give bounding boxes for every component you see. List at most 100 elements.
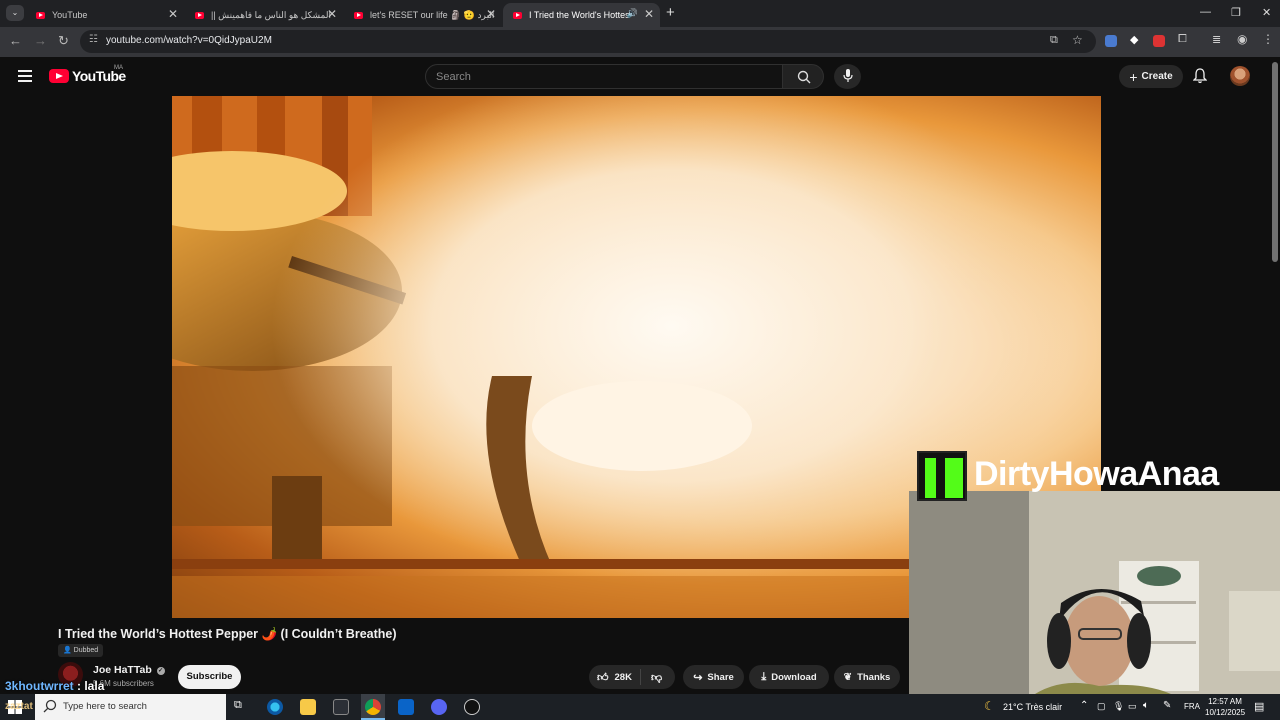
youtube-header: YouTube MA + Create <box>0 57 1280 96</box>
streamer-banner: DirtyHowaAnaa <box>916 450 1280 501</box>
youtube-logo[interactable]: YouTube MA <box>49 65 126 84</box>
search-box[interactable] <box>425 64 783 89</box>
address-bar[interactable]: ☷ youtube.com/watch?v=0QidJypaU2M ⧉ ☆ <box>80 30 1096 53</box>
chrome-icon <box>365 699 381 715</box>
file-explorer-icon[interactable] <box>300 699 316 715</box>
edge-browser-icon[interactable] <box>267 699 283 715</box>
taskbar-search-box[interactable]: Type here to search <box>35 694 226 720</box>
taskbar-clock[interactable]: 12:57 AM 10/12/2025 <box>1205 696 1245 718</box>
translate-extension-icon[interactable] <box>1105 35 1117 47</box>
search-icon <box>797 70 811 84</box>
browser-menu-icon[interactable]: ⋮ <box>1262 32 1274 46</box>
bookmark-star-icon[interactable]: ☆ <box>1072 33 1083 47</box>
youtube-play-icon <box>49 69 69 83</box>
windows-taskbar: Type here to search ⧉ ☾ 21°C Très clair … <box>0 694 1280 720</box>
subscribe-button[interactable]: Subscribe <box>178 665 241 689</box>
plus-icon: + <box>1129 68 1138 85</box>
dubbed-badge: 👤 Dubbed <box>58 644 104 657</box>
youtube-favicon-icon <box>354 11 363 19</box>
weather-text[interactable]: 21°C Très clair <box>1003 702 1062 712</box>
dub-icon: 👤 <box>63 647 72 654</box>
streamer-name: DirtyHowaAnaa <box>974 455 1219 493</box>
chat-text: : lala <box>73 679 105 693</box>
window-close-icon[interactable]: ✕ <box>1262 6 1271 19</box>
browser-toolbar: ← → ↻ ☷ youtube.com/watch?v=0QidJypaU2M … <box>0 27 1280 57</box>
restore-icon[interactable]: ❐ <box>1231 6 1241 19</box>
notifications-bell-icon[interactable] <box>1193 68 1207 84</box>
search-icon <box>43 699 57 713</box>
browser-tab-active[interactable]: I Tried the World's Hottest P 🔊 ✕ <box>503 3 660 27</box>
overlay-small-text: zaztat <box>5 701 33 712</box>
search-button[interactable] <box>782 64 824 89</box>
tab-title: let's RESET our life 🗿 🫡 البرد <box>370 9 495 20</box>
thumbs-down-icon: 👎︎ <box>651 671 663 684</box>
reading-list-icon[interactable]: ≣ <box>1212 33 1224 46</box>
forward-icon[interactable]: → <box>34 33 47 48</box>
channel-name-text: Joe HaTTab <box>93 664 152 676</box>
create-button[interactable]: + Create <box>1119 65 1183 88</box>
red-extension-icon[interactable] <box>1153 35 1165 47</box>
clock-time: 12:57 AM <box>1208 697 1242 706</box>
close-tab-icon[interactable]: ✕ <box>644 7 654 21</box>
browser-tab[interactable]: المشكل هو الناس ما فاهمينش || ✕ <box>185 3 343 27</box>
download-button[interactable]: ⤓ Download <box>749 665 829 689</box>
kick-logo-icon <box>917 451 967 501</box>
notification-center-icon[interactable]: ▤ <box>1254 700 1264 713</box>
voice-search-button[interactable] <box>834 64 861 89</box>
close-tab-icon[interactable]: ✕ <box>168 7 178 21</box>
site-info-icon[interactable]: ☷ <box>89 34 98 45</box>
weather-moon-icon: ☾ <box>984 699 995 713</box>
tab-title: المشكل هو الناس ما فاهمينش || <box>211 9 331 20</box>
minimize-icon[interactable]: — <box>1200 6 1211 18</box>
share-icon: ↪ <box>693 671 703 684</box>
thanks-button[interactable]: ❦ Thanks <box>834 665 900 689</box>
search-input[interactable] <box>426 65 782 88</box>
verified-check-icon: ✓ <box>156 667 165 675</box>
taskbar-active-app[interactable] <box>361 694 385 720</box>
new-tab-button[interactable]: + <box>666 4 675 21</box>
tray-chevron-icon[interactable]: ⌃ <box>1080 700 1088 711</box>
discord-icon[interactable] <box>431 699 447 715</box>
youtube-favicon-icon <box>195 11 204 19</box>
tab-title: YouTube <box>52 10 88 20</box>
webcam-image <box>909 491 1280 698</box>
share-button[interactable]: ↪ Share <box>683 665 744 689</box>
microphone-icon <box>843 69 853 82</box>
input-language[interactable]: FRA <box>1184 702 1200 711</box>
tray-pen-icon[interactable]: ✎ <box>1163 700 1171 711</box>
page-scrollbar[interactable] <box>1272 62 1278 262</box>
tab-search-dropdown[interactable]: ⌄ <box>6 5 24 21</box>
profile-icon[interactable]: ◉ <box>1237 32 1249 46</box>
thumbs-up-icon: 👍︎ <box>597 671 609 684</box>
obs-icon[interactable] <box>464 699 480 715</box>
speaker-icon[interactable]: 🔊 <box>627 8 638 19</box>
badge-label: Dubbed <box>73 647 99 654</box>
youtube-favicon-icon <box>513 11 522 19</box>
task-view-icon[interactable]: ⧉ <box>234 699 250 715</box>
install-app-icon[interactable]: ⧉ <box>1050 34 1058 47</box>
diamond-extension-icon[interactable]: ◆ <box>1130 33 1142 46</box>
reload-icon[interactable]: ↻ <box>58 33 69 49</box>
video-title: I Tried the World’s Hottest Pepper 🌶️ (I… <box>58 627 397 641</box>
like-button[interactable]: 👍︎ 28K <box>589 669 641 685</box>
like-count: 28K <box>614 671 632 683</box>
account-avatar[interactable] <box>1230 66 1250 86</box>
tray-volume-icon[interactable]: 🔈︎ <box>1143 700 1149 711</box>
browser-tab[interactable]: let's RESET our life 🗿 🫡 البرد ✕ <box>344 3 502 27</box>
tray-mic-icon[interactable]: 🎙︎ <box>1113 701 1124 712</box>
menu-hamburger-icon[interactable] <box>18 70 32 82</box>
outlook-icon[interactable] <box>398 699 414 715</box>
taskbar-search-placeholder: Type here to search <box>63 701 147 712</box>
microsoft-store-icon[interactable] <box>333 699 349 715</box>
browser-tab[interactable]: YouTube ✕ <box>26 3 184 27</box>
dislike-button[interactable]: 👎︎ <box>641 671 662 684</box>
close-tab-icon[interactable]: ✕ <box>486 7 496 21</box>
tray-network-icon[interactable]: ▢ <box>1097 701 1106 712</box>
back-icon[interactable]: ← <box>9 33 22 48</box>
channel-name[interactable]: Joe HaTTab ✓ <box>93 664 165 676</box>
tray-battery-icon[interactable]: ▭ <box>1128 701 1137 712</box>
close-tab-icon[interactable]: ✕ <box>327 7 337 21</box>
thanks-icon: ❦ <box>843 671 853 683</box>
share-label: Share <box>707 671 734 683</box>
extensions-puzzle-icon[interactable]: ⧠ <box>1178 33 1190 45</box>
